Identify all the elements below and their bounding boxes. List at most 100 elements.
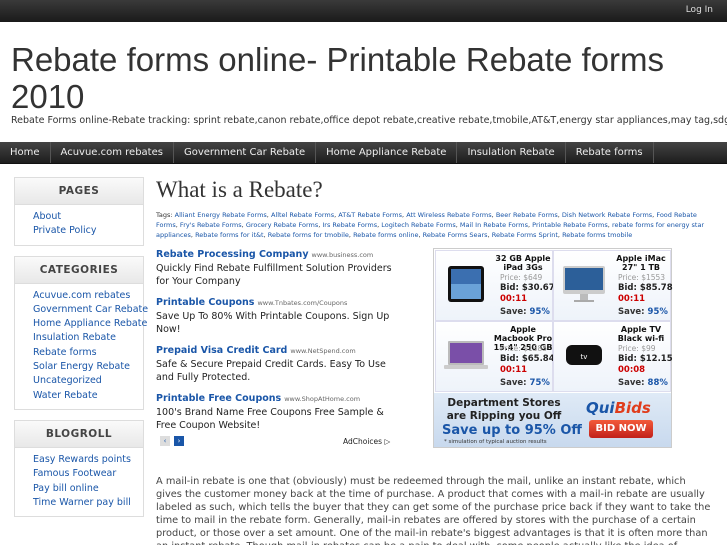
savings-percent: 95% [647, 307, 668, 317]
tag-link[interactable]: Fry's Rebate Forms [180, 221, 242, 229]
category-link[interactable]: Insulation Rebate [33, 331, 143, 345]
nav-acuvue-rebates[interactable]: Acuvue.com rebates [51, 142, 174, 163]
ad-title-link[interactable]: Rebate Processing Company [156, 249, 309, 260]
product-tile[interactable]: 32 GB Apple iPad 3Gs Price: $649 Bid: $3… [435, 250, 555, 321]
product-tile[interactable]: Apple Macbook Pro 15.4" 250 GB Price: $1… [435, 321, 555, 392]
blogroll-link[interactable]: Time Warner pay bill [33, 496, 143, 510]
category-link[interactable]: Water Rebate [33, 389, 143, 403]
ad-url[interactable]: www.Tnbates.com/Coupons [257, 299, 347, 307]
category-link[interactable]: Home Appliance Rebate [33, 317, 147, 331]
ad-title-link[interactable]: Printable Free Coupons [156, 393, 281, 404]
ad-prev-button[interactable]: ‹ [160, 436, 170, 446]
blogroll-link[interactable]: Easy Rewards points [33, 453, 143, 467]
tag-list: Alliant Energy Rebate Forms, Alltel Reba… [156, 211, 705, 239]
ad-title-link[interactable]: Printable Coupons [156, 297, 254, 308]
nav-government-car-rebate[interactable]: Government Car Rebate [174, 142, 317, 163]
ad-title-link[interactable]: Prepaid Visa Credit Card [156, 345, 287, 356]
ad-description: Safe & Secure Prepaid Credit Cards. Easy… [156, 359, 386, 383]
svg-text:tv: tv [581, 353, 588, 361]
adchoices-link[interactable]: AdChoices ▷ [343, 437, 390, 446]
savings-label: Save: [618, 307, 648, 317]
product-timer: 00:11 [500, 365, 528, 375]
product-timer: 00:11 [500, 294, 528, 304]
categories-widget: CATEGORIES Acuvue.com rebates Government… [14, 255, 148, 410]
product-price: Price: $1385 [500, 344, 548, 353]
category-link[interactable]: Rebate forms [33, 346, 143, 360]
product-timer: 00:08 [618, 365, 646, 375]
nav-insulation-rebate[interactable]: Insulation Rebate [457, 142, 566, 163]
site-title[interactable]: Rebate forms online- Printable Rebate fo… [11, 41, 717, 115]
category-link[interactable]: Uncategorized [33, 374, 143, 388]
tag-link[interactable]: Rebate Forms Sears [423, 231, 488, 239]
category-link[interactable]: Government Car Rebate [33, 303, 148, 317]
savings-percent: 75% [529, 378, 550, 388]
product-tile[interactable]: Apple iMac 27" 1 TB Price: $1553 Bid: $8… [553, 250, 673, 321]
sidebar: PAGES About Private Policy CATEGORIES Ac… [14, 177, 148, 527]
tag-link[interactable]: Grocery Rebate Forms [246, 221, 318, 229]
ad-url[interactable]: www.NetSpend.com [290, 347, 355, 355]
tag-link[interactable]: Irs Rebate Forms [322, 221, 377, 229]
tag-link[interactable]: Dish Network Rebate Forms [562, 211, 652, 219]
main-content: What is a Rebate? Tags: Alliant Energy R… [156, 176, 716, 545]
tag-link[interactable]: Rebate forms tmobile [562, 231, 632, 239]
product-bid: Bid: $12.15 [618, 354, 673, 364]
post-title[interactable]: What is a Rebate? [156, 176, 716, 204]
auction-banner-ad[interactable]: 32 GB Apple iPad 3Gs Price: $649 Bid: $3… [433, 248, 673, 448]
nav-rebate-forms[interactable]: Rebate forms [566, 142, 654, 163]
imac-image [563, 266, 605, 302]
login-link[interactable]: Log In [686, 5, 713, 15]
savings-label: Save: [500, 378, 530, 388]
nav-home-appliance-rebate[interactable]: Home Appliance Rebate [316, 142, 458, 163]
ipad-image [448, 266, 484, 302]
savings-percent: 88% [647, 378, 668, 388]
bid-now-button[interactable]: BID NOW [589, 420, 653, 438]
product-bid: Bid: $30.67 [500, 283, 555, 293]
ad-item: Rebate Processing Company www.business.c… [156, 248, 401, 288]
product-name: Apple iMac 27" 1 TB [616, 254, 666, 272]
ad-description: 100's Brand Name Free Coupons Free Sampl… [156, 407, 384, 431]
product-name: Apple TV Black wi-fi [617, 325, 665, 343]
promo-savings: Save up to 95% Off [442, 423, 582, 438]
tag-link[interactable]: Rebate Forms Sprint [492, 231, 558, 239]
tag-link[interactable]: AT&T Rebate Forms [338, 211, 402, 219]
blogroll-widget: BLOGROLL Easy Rewards points Famous Foot… [14, 419, 144, 518]
tag-link[interactable]: Rebate forms online [353, 231, 418, 239]
tag-link[interactable]: Alltel Rebate Forms [271, 211, 334, 219]
categories-widget-title: CATEGORIES [15, 256, 143, 284]
blogroll-link[interactable]: Famous Footwear [33, 467, 143, 481]
ad-item: Printable Free Coupons www.ShopAtHome.co… [156, 392, 401, 432]
tag-link[interactable]: Beer Rebate Forms [496, 211, 558, 219]
tag-link[interactable]: Alliant Energy Rebate Forms [175, 211, 267, 219]
tag-link[interactable]: Att Wireless Rebate Forms [406, 211, 491, 219]
apple-tv-image: tv [566, 345, 602, 365]
promo-note: * simulation of typical auction results [444, 439, 547, 445]
ad-next-button[interactable]: › [174, 436, 184, 446]
product-savings: Save: 75% [500, 378, 550, 388]
ad-item: Prepaid Visa Credit Card www.NetSpend.co… [156, 344, 401, 384]
site-tagline: Rebate Forms online-Rebate tracking: spr… [11, 115, 727, 126]
ad-description: Quickly Find Rebate Fulfillment Solution… [156, 263, 392, 287]
tag-link[interactable]: Rebate forms for it&t [195, 231, 264, 239]
tag-link[interactable]: Logitech Rebate Forms [381, 221, 455, 229]
ad-url[interactable]: www.business.com [312, 251, 374, 259]
category-link[interactable]: Acuvue.com rebates [33, 289, 143, 303]
macbook-image [444, 341, 488, 369]
category-link[interactable]: Solar Energy Rebate [33, 360, 143, 374]
savings-label: Save: [618, 378, 648, 388]
tag-link[interactable]: Printable Rebate Forms [532, 221, 608, 229]
blogroll-link[interactable]: Pay bill online [33, 482, 143, 496]
logo-part-a: Qui [586, 399, 615, 417]
tag-link[interactable]: Rebate forms for tmobile [268, 231, 349, 239]
product-savings: Save: 88% [618, 378, 668, 388]
page-link-private-policy[interactable]: Private Policy [33, 224, 143, 238]
text-ads: Rebate Processing Company www.business.c… [156, 248, 401, 440]
product-tile[interactable]: tv Apple TV Black wi-fi Price: $99 Bid: … [553, 321, 673, 392]
tag-link[interactable]: Mail In Rebate Forms [460, 221, 528, 229]
logo-part-b: Bids [614, 399, 651, 417]
page-link-about[interactable]: About [33, 210, 143, 224]
ad-url[interactable]: www.ShopAtHome.com [284, 395, 360, 403]
product-timer: 00:11 [618, 294, 646, 304]
tags-label: Tags: [156, 211, 173, 219]
product-price: Price: $99 [618, 344, 656, 353]
nav-home[interactable]: Home [0, 142, 51, 163]
